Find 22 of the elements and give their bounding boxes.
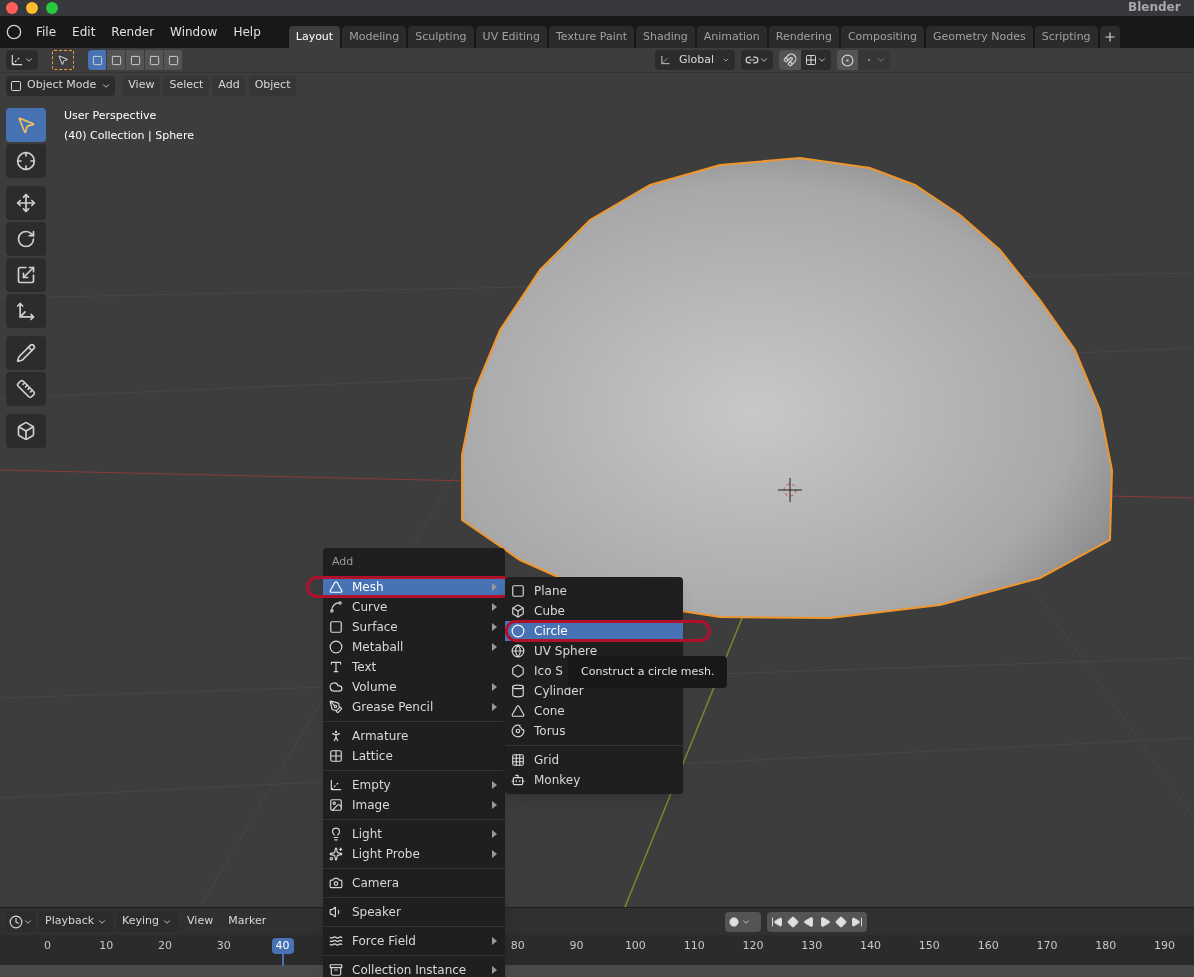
frame-number: 140 (859, 938, 883, 954)
frame-number: 160 (976, 938, 1000, 954)
frame-number: 110 (682, 938, 706, 954)
window-title: Blender (1128, 0, 1181, 14)
frame-number: 180 (1094, 938, 1118, 954)
frame-number: 190 (1153, 938, 1177, 954)
frame-number: 100 (623, 938, 647, 954)
frame-number: 130 (800, 938, 824, 954)
frame-number: 30 (215, 938, 232, 954)
frame-number: 90 (568, 938, 585, 954)
viewport-info-text: (40) Collection | Sphere (64, 127, 194, 144)
menu-title: Add (331, 553, 355, 570)
frame-number: 20 (157, 938, 173, 954)
viewport-info-text: User Perspective (64, 108, 158, 124)
frame-number: 80 (509, 938, 526, 954)
frame-number: 120 (741, 938, 765, 954)
frame-number: 40 (271, 938, 294, 954)
frame-number: 0 (42, 938, 52, 954)
frame-number: 150 (917, 938, 941, 954)
frame-number: 10 (98, 938, 115, 954)
frame-number: 170 (1035, 938, 1059, 954)
tooltip: Construct a circle mesh. (568, 656, 728, 688)
